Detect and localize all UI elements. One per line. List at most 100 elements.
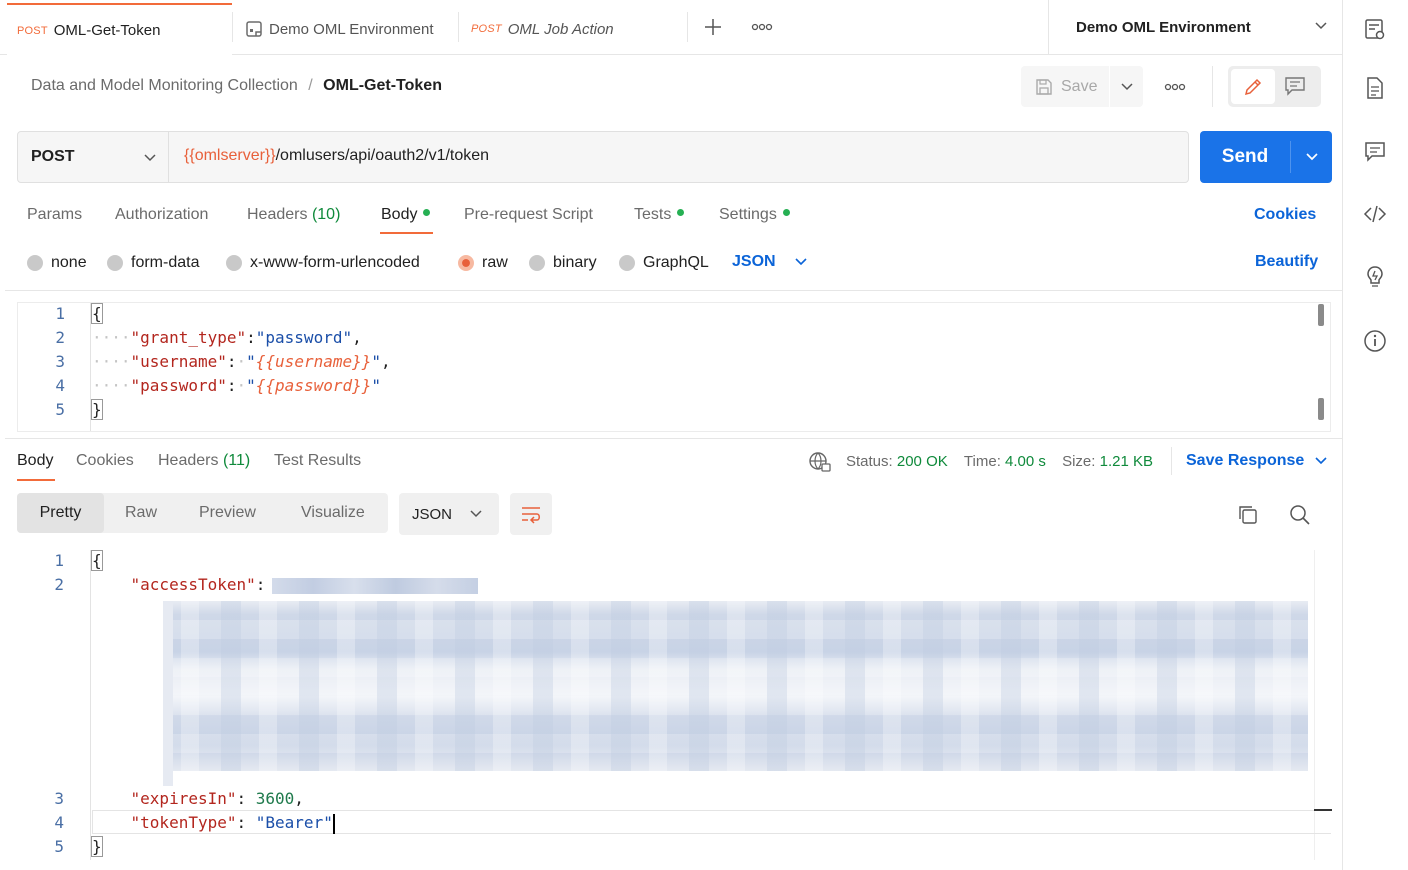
breadcrumb-request: OML-Get-Token: [323, 77, 442, 94]
info-icon[interactable]: [1363, 329, 1387, 353]
active-tab-indicator: [17, 479, 55, 481]
tab-body-label: Body: [381, 206, 418, 223]
url-variable: {{omlserver}}: [184, 147, 276, 164]
code-line: "accessToken":: [130, 575, 276, 594]
response-format-select[interactable]: JSON: [399, 493, 499, 535]
new-tab-plus-icon[interactable]: [703, 17, 723, 37]
chevron-down-icon: [1314, 21, 1328, 31]
method-select[interactable]: POST: [18, 132, 169, 182]
save-response-button[interactable]: Save Response: [1186, 452, 1328, 470]
comment-icon: [1284, 76, 1306, 96]
breadcrumb-separator: /: [308, 77, 313, 94]
code-line: }: [91, 836, 103, 857]
breadcrumb: Data and Model Monitoring Collection / O…: [31, 77, 442, 95]
comments-icon[interactable]: [1363, 139, 1387, 163]
redacted-token: [272, 578, 478, 594]
tab-method: POST: [17, 24, 48, 37]
status-dot: [782, 209, 790, 217]
save-label: Save: [1061, 77, 1098, 95]
scrollbar-thumb[interactable]: [1318, 304, 1324, 326]
send-options-button[interactable]: [1291, 131, 1332, 183]
network-globe-icon[interactable]: [808, 451, 832, 473]
response-tab-headers-count: (11): [222, 452, 251, 469]
tab-oml-job-action[interactable]: POST OML Job Action: [459, 3, 687, 55]
line-number: 2: [55, 328, 65, 347]
radio-x-www-form-urlencoded[interactable]: x-www-form-urlencoded: [226, 254, 420, 272]
tab-label: OML-Get-Token: [53, 22, 161, 39]
radio-circle: [619, 255, 635, 271]
send-label: Send: [1221, 146, 1269, 167]
line-number: 5: [55, 400, 65, 419]
status-dot: [677, 209, 685, 217]
wrap-lines-icon: [520, 504, 542, 524]
edit-mode-button[interactable]: [1231, 69, 1275, 104]
radio-form-data[interactable]: form-data: [107, 254, 199, 272]
tab-body[interactable]: Body: [381, 206, 431, 224]
chevron-down-icon: [794, 257, 808, 267]
url-input[interactable]: {{omlserver}}/omlusers/api/oauth2/v1/tok…: [184, 147, 489, 165]
tab-settings[interactable]: Settings: [719, 206, 790, 224]
body-format-select[interactable]: JSON: [732, 253, 808, 271]
copy-icon[interactable]: [1237, 504, 1259, 526]
response-tab-cookies[interactable]: Cookies: [76, 452, 134, 470]
radio-binary[interactable]: binary: [529, 254, 597, 272]
tab-tests[interactable]: Tests: [634, 206, 685, 224]
documentation-icon[interactable]: [1363, 76, 1387, 100]
tab-pre-request-script[interactable]: Pre-request Script: [464, 206, 593, 224]
tab-oml-get-token[interactable]: POST OML-Get-Token: [7, 3, 232, 56]
save-options-button[interactable]: [1110, 66, 1143, 107]
lightbulb-icon[interactable]: [1363, 265, 1387, 289]
chevron-down-icon: [1120, 82, 1134, 92]
code-line: ····"password":·"{{password}}": [92, 376, 382, 395]
response-format-value: JSON: [412, 505, 453, 523]
radio-graphql[interactable]: GraphQL: [619, 254, 709, 272]
more-actions-icon[interactable]: [1164, 80, 1186, 94]
wrap-lines-button[interactable]: [510, 493, 552, 535]
radio-raw[interactable]: raw: [458, 254, 508, 272]
tab-label: Demo OML Environment: [269, 20, 434, 38]
response-tab-headers[interactable]: Headers (11): [158, 452, 250, 470]
tab-demo-oml-environment[interactable]: Demo OML Environment: [233, 3, 458, 55]
view-preview-button[interactable]: Preview: [199, 504, 256, 522]
breadcrumb-collection[interactable]: Data and Model Monitoring Collection: [31, 77, 298, 94]
send-button[interactable]: Send: [1200, 131, 1290, 183]
comment-mode-button[interactable]: [1284, 76, 1306, 96]
view-visualize-button[interactable]: Visualize: [301, 504, 365, 522]
response-tab-test-results[interactable]: Test Results: [274, 452, 361, 470]
view-raw-button[interactable]: Raw: [125, 504, 157, 522]
radio-label: none: [51, 254, 87, 271]
beautify-link[interactable]: Beautify: [1255, 253, 1318, 271]
radio-label: binary: [553, 254, 597, 271]
redacted-token: [163, 601, 1308, 771]
right-sidebar: [1342, 0, 1408, 870]
response-tab-body[interactable]: Body: [17, 452, 53, 470]
more-tabs-icon[interactable]: [751, 20, 773, 34]
tab-headers-count: (10): [311, 206, 341, 223]
environment-quick-look-icon[interactable]: [1363, 17, 1387, 41]
cookies-link[interactable]: Cookies: [1254, 206, 1316, 224]
tab-tests-label: Tests: [634, 206, 672, 223]
view-pretty-button[interactable]: Pretty: [17, 493, 104, 533]
chevron-down-icon: [143, 153, 157, 163]
view-mode-group: Pretty Raw Preview Visualize: [17, 493, 388, 533]
tab-headers-label: Headers: [247, 206, 308, 223]
radio-circle: [529, 255, 545, 271]
tab-method: POST: [471, 23, 502, 35]
tab-params[interactable]: Params: [27, 206, 82, 224]
radio-label: form-data: [131, 254, 200, 271]
line-number: 3: [54, 789, 64, 808]
radio-none[interactable]: none: [27, 254, 87, 272]
tab-authorization[interactable]: Authorization: [115, 206, 208, 224]
chevron-down-icon: [469, 509, 483, 519]
code-line: {: [91, 303, 103, 324]
search-icon[interactable]: [1289, 504, 1311, 526]
save-button[interactable]: Save: [1021, 66, 1109, 107]
chevron-down-icon: [1305, 152, 1319, 162]
code-snippet-icon[interactable]: [1363, 202, 1387, 226]
scrollbar-thumb[interactable]: [1318, 398, 1324, 420]
environment-icon: [245, 20, 263, 38]
line-number: 5: [54, 837, 64, 856]
radio-circle: [107, 255, 123, 271]
tab-headers[interactable]: Headers (10): [247, 206, 340, 224]
environment-selector[interactable]: Demo OML Environment: [1050, 0, 1342, 55]
